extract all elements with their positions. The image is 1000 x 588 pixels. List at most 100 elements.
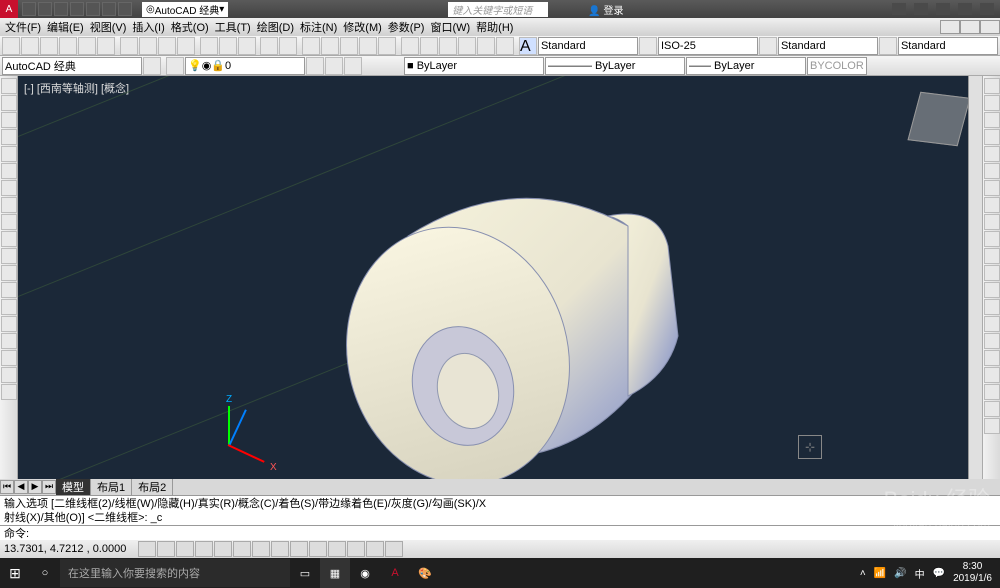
dimstyle-combo[interactable]: ISO-25 bbox=[658, 37, 758, 55]
nav-wheel-icon[interactable] bbox=[984, 350, 1000, 366]
markup-icon[interactable] bbox=[477, 37, 495, 55]
command-input[interactable]: 命令: bbox=[0, 525, 1000, 540]
linetype-combo[interactable]: ———— ByLayer bbox=[545, 57, 685, 75]
props-icon[interactable] bbox=[401, 37, 419, 55]
grid-toggle[interactable] bbox=[157, 541, 175, 557]
dimstyle-icon[interactable] bbox=[639, 37, 657, 55]
open-icon[interactable] bbox=[21, 37, 39, 55]
table-icon[interactable] bbox=[1, 367, 17, 383]
viewport-label[interactable]: [-] [西南等轴测] [概念] bbox=[24, 80, 129, 96]
mirror-icon[interactable] bbox=[984, 112, 1000, 128]
nav-pan-icon[interactable] bbox=[984, 367, 1000, 383]
menu-edit[interactable]: 编辑(E) bbox=[44, 19, 87, 35]
tablestyle-icon[interactable] bbox=[759, 37, 777, 55]
zoomwin-icon[interactable] bbox=[340, 37, 358, 55]
taskview-icon[interactable]: ▭ bbox=[290, 558, 320, 588]
autocad-logo[interactable]: A bbox=[0, 0, 18, 18]
sc-toggle[interactable] bbox=[366, 541, 384, 557]
menu-tools[interactable]: 工具(T) bbox=[212, 19, 254, 35]
explode-icon[interactable] bbox=[984, 333, 1000, 349]
mleaderstyle-icon[interactable] bbox=[879, 37, 897, 55]
tp-icon[interactable] bbox=[439, 37, 457, 55]
fillet-icon[interactable] bbox=[984, 316, 1000, 332]
polygon-icon[interactable] bbox=[1, 129, 17, 145]
qat-open-icon[interactable] bbox=[38, 2, 52, 16]
copy2-icon[interactable] bbox=[984, 95, 1000, 111]
otrack-toggle[interactable] bbox=[252, 541, 270, 557]
ellipsearc-icon[interactable] bbox=[1, 248, 17, 264]
chamfer-icon[interactable] bbox=[984, 299, 1000, 315]
menu-parametric[interactable]: 参数(P) bbox=[385, 19, 428, 35]
join-icon[interactable] bbox=[984, 282, 1000, 298]
revcloud-icon[interactable] bbox=[1, 197, 17, 213]
nav-orbit-icon[interactable] bbox=[984, 401, 1000, 417]
workspace-selector[interactable]: ◎ AutoCAD 经典 ▾ bbox=[142, 2, 228, 17]
workspace-combo[interactable]: AutoCAD 经典 bbox=[2, 57, 142, 75]
tab-last-icon[interactable]: ⏭ bbox=[42, 480, 56, 494]
new-icon[interactable] bbox=[2, 37, 20, 55]
minimize-icon[interactable] bbox=[936, 3, 950, 15]
taskbar-search-input[interactable]: 在这里输入你要搜索的内容 bbox=[60, 559, 290, 587]
stretch-icon[interactable] bbox=[984, 214, 1000, 230]
qat-saveas-icon[interactable] bbox=[70, 2, 84, 16]
ortho-toggle[interactable] bbox=[176, 541, 194, 557]
publish-icon[interactable] bbox=[97, 37, 115, 55]
taskbar-autocad-icon[interactable]: A bbox=[380, 558, 410, 588]
tab-layout1[interactable]: 布局1 bbox=[91, 479, 132, 495]
mkblock-icon[interactable] bbox=[1, 282, 17, 298]
arc-icon[interactable] bbox=[1, 163, 17, 179]
ssm-icon[interactable] bbox=[458, 37, 476, 55]
osnap-toggle[interactable] bbox=[214, 541, 232, 557]
taskbar-app2-icon[interactable]: ◉ bbox=[350, 558, 380, 588]
ducs-toggle[interactable] bbox=[271, 541, 289, 557]
save-icon[interactable] bbox=[40, 37, 58, 55]
viewport[interactable]: [-] [西南等轴测] [概念] bbox=[18, 76, 982, 479]
rect-icon[interactable] bbox=[1, 146, 17, 162]
cut-icon[interactable] bbox=[120, 37, 138, 55]
spline-icon[interactable] bbox=[1, 214, 17, 230]
menu-view[interactable]: 视图(V) bbox=[87, 19, 130, 35]
qat-plot-icon[interactable] bbox=[86, 2, 100, 16]
ws-settings-icon[interactable] bbox=[143, 57, 161, 75]
taskbar-app1-icon[interactable]: ▦ bbox=[320, 558, 350, 588]
am-toggle[interactable] bbox=[385, 541, 403, 557]
paste-icon[interactable] bbox=[158, 37, 176, 55]
doc-restore-icon[interactable] bbox=[960, 20, 980, 34]
color-combo[interactable]: ■ ByLayer bbox=[404, 57, 544, 75]
cortana-icon[interactable]: ○ bbox=[30, 558, 60, 588]
nav-origin-marker[interactable]: ⊹ bbox=[798, 435, 822, 459]
zoom-icon[interactable] bbox=[321, 37, 339, 55]
zoomprev-icon[interactable] bbox=[359, 37, 377, 55]
rotate-icon[interactable] bbox=[984, 180, 1000, 196]
tpy-toggle[interactable] bbox=[328, 541, 346, 557]
tab-prev-icon[interactable]: ◀ bbox=[14, 480, 28, 494]
menu-modify[interactable]: 修改(M) bbox=[340, 19, 385, 35]
redo-icon[interactable] bbox=[279, 37, 297, 55]
exchange-icon[interactable] bbox=[892, 3, 906, 15]
gradient-icon[interactable] bbox=[1, 333, 17, 349]
trim-icon[interactable] bbox=[984, 231, 1000, 247]
ref-icon[interactable] bbox=[219, 37, 237, 55]
help-search-input[interactable]: 键入关键字或短语 bbox=[448, 2, 548, 17]
break-icon[interactable] bbox=[984, 265, 1000, 281]
tab-next-icon[interactable]: ▶ bbox=[28, 480, 42, 494]
tray-ime-icon[interactable]: 中 bbox=[915, 566, 925, 581]
menu-window[interactable]: 窗口(W) bbox=[427, 19, 473, 35]
scale-icon[interactable] bbox=[984, 197, 1000, 213]
undo-icon[interactable] bbox=[260, 37, 278, 55]
circle-icon[interactable] bbox=[1, 180, 17, 196]
menu-format[interactable]: 格式(O) bbox=[168, 19, 212, 35]
taskbar-clock[interactable]: 8:30 2019/1/6 bbox=[953, 561, 992, 585]
dyn-toggle[interactable] bbox=[290, 541, 308, 557]
textstyle-icon[interactable]: A bbox=[519, 37, 537, 55]
layer-state-icon[interactable] bbox=[306, 57, 324, 75]
dc-icon[interactable] bbox=[420, 37, 438, 55]
maximize-icon[interactable] bbox=[958, 3, 972, 15]
layer-combo[interactable]: 💡◉🔒 0 bbox=[185, 57, 305, 75]
plotstyle-combo[interactable]: BYCOLOR bbox=[807, 57, 867, 75]
plot-icon[interactable] bbox=[59, 37, 77, 55]
tablestyle-combo[interactable]: Standard bbox=[778, 37, 878, 55]
snap-toggle[interactable] bbox=[138, 541, 156, 557]
menu-help[interactable]: 帮助(H) bbox=[473, 19, 516, 35]
menu-draw[interactable]: 绘图(D) bbox=[254, 19, 297, 35]
